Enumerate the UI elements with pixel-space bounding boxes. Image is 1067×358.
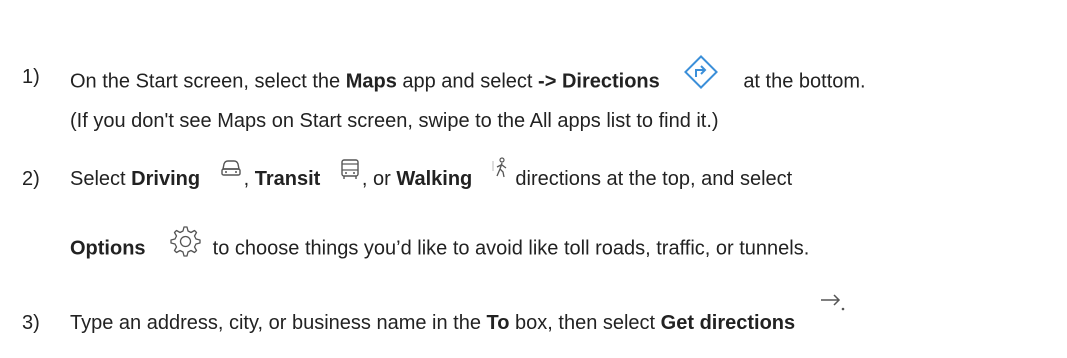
step-text: app and select: [396, 70, 539, 93]
step-text: at the bottom.: [743, 70, 866, 93]
get-directions-label: Get directions: [660, 312, 796, 334]
gear-icon: [167, 224, 201, 258]
step-number: 1): [22, 66, 40, 88]
step-text: directions at the top, and select: [509, 168, 793, 190]
step-text: , or: [361, 168, 397, 190]
step-1-line-2: (If you don't see Maps on Start screen, …: [70, 110, 719, 132]
car-icon: [220, 160, 242, 180]
step-text: On the Start screen, select the: [70, 70, 346, 93]
arrow-right-icon: [819, 292, 845, 312]
to-label: To: [486, 312, 510, 334]
options-label: Options: [70, 237, 146, 260]
directions-diamond-icon: [683, 54, 719, 90]
step-text: ,: [243, 168, 255, 190]
step-text: Select: [70, 168, 132, 190]
step-text: to choose things you’d like to avoid lik…: [207, 237, 810, 260]
maps-label: Maps: [345, 70, 397, 93]
step-1-line-1: On the Start screen, select the Maps app…: [70, 55, 866, 100]
walking-label: Walking: [396, 168, 473, 190]
directions-label: -> Directions: [538, 70, 660, 93]
step-2-line-1: Select Driving , Transit , or Walking di…: [70, 157, 793, 192]
bus-icon: [340, 159, 360, 181]
transit-label: Transit: [254, 168, 321, 190]
step-number: 3): [22, 312, 40, 334]
step-text: box, then select: [509, 312, 661, 334]
step-number: 2): [22, 168, 40, 190]
step-2-line-2: Options to choose things you’d like to a…: [70, 226, 810, 266]
walking-person-icon: [492, 157, 510, 179]
step-text: Type an address, city, or business name …: [70, 312, 487, 334]
driving-label: Driving: [131, 168, 201, 190]
step-3-line-1: Type an address, city, or business name …: [70, 294, 845, 336]
